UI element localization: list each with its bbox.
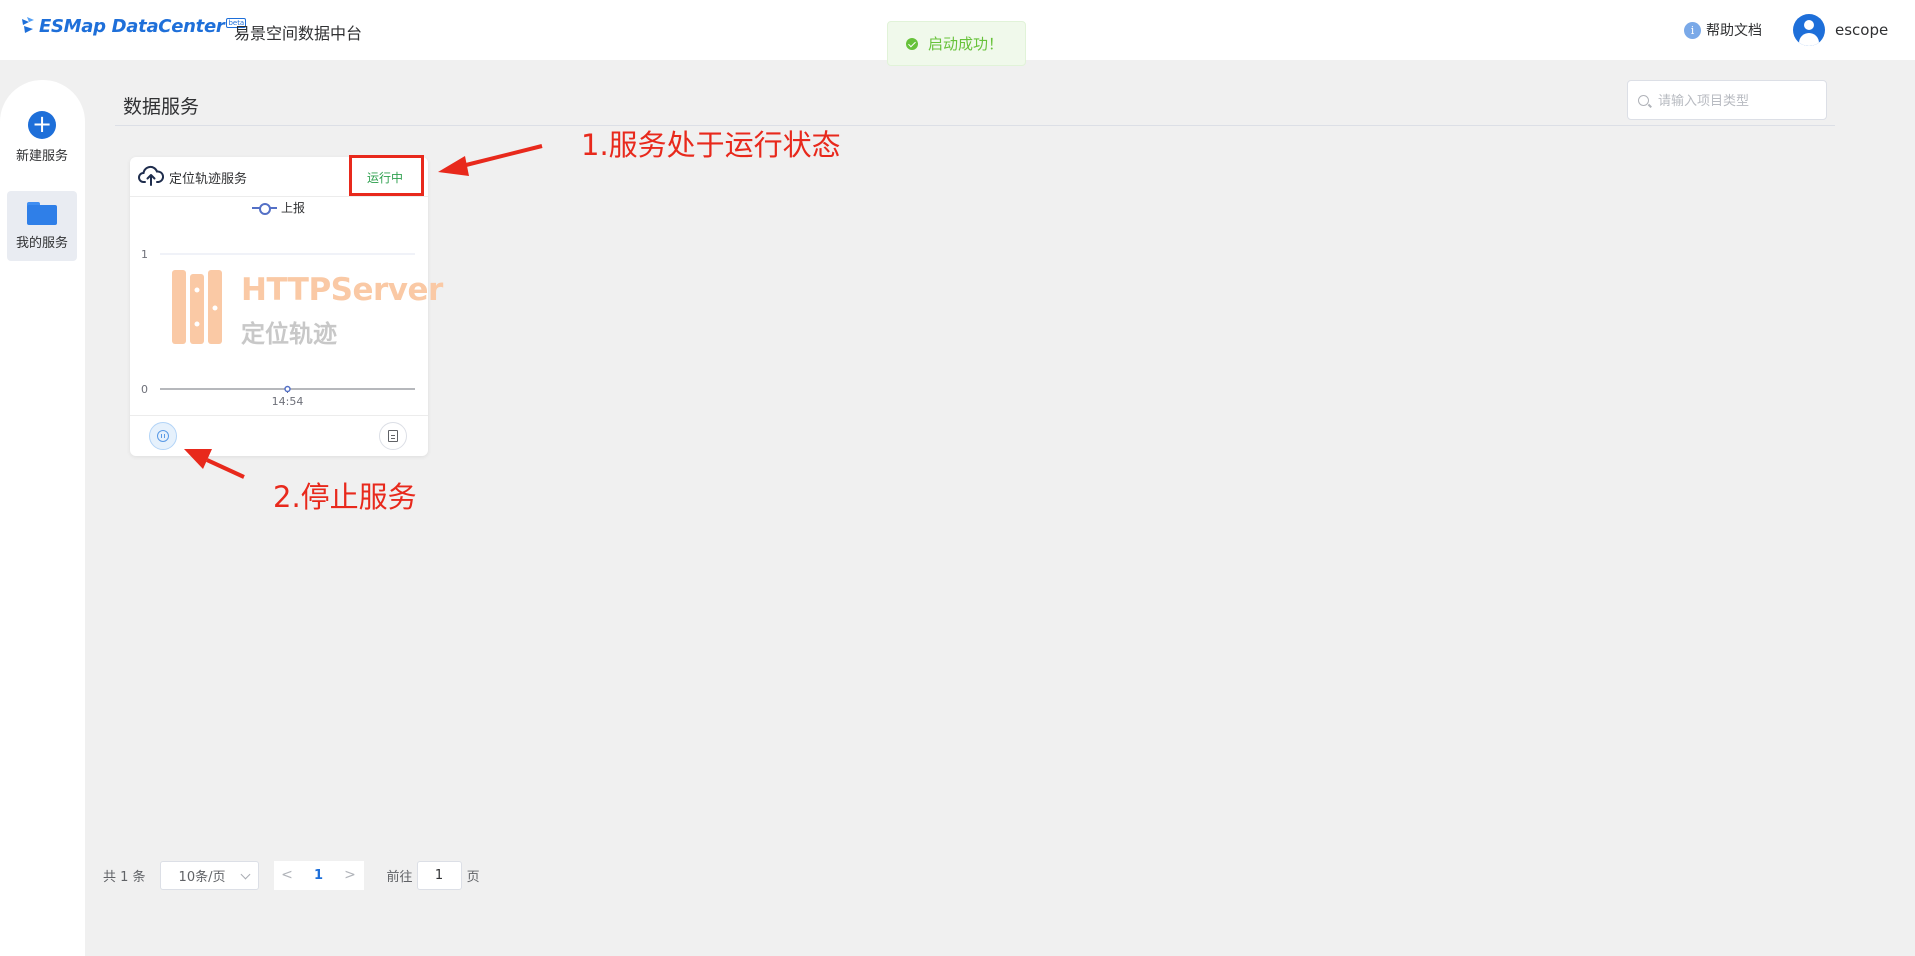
sidebar-item-label: 新建服务 [15,148,68,164]
cloud-upload-icon [138,165,165,191]
sidebar-item-label: 我的服务 [15,235,68,251]
search-box[interactable] [1627,80,1827,120]
x-tick-label: 14:54 [272,395,304,407]
logo-mark-icon [20,16,36,36]
page-title: 数据服务 [123,96,200,118]
goto-suffix: 页 [466,869,480,885]
check-circle-icon [906,37,918,50]
page-size-value: 10条/页 [178,869,226,885]
info-icon: i [1684,21,1701,39]
page-number[interactable]: 1 [300,860,337,890]
y-tick-label: 1 [141,248,148,261]
toast-message: 启动成功！ [928,35,1004,53]
service-card[interactable]: 定位轨迹服务 运行中 上报 HTTPServer 定位轨迹 0 1 14:54 [130,157,443,456]
annotation-step2: 2.停止服务 [273,480,417,514]
data-point [284,385,291,393]
username: escope [1835,21,1889,39]
folder-icon [27,201,57,225]
page-size-select[interactable]: 10条/页 [159,860,259,890]
card-footer [130,415,428,456]
annotation-highlight-box [349,155,424,196]
search-input[interactable] [1658,91,1818,111]
logo-text: ESMap DataCenter [39,16,225,37]
prev-page-button[interactable]: < [273,860,301,890]
sidebar: + 新建服务 我的服务 [0,80,85,956]
sidebar-item-new-service[interactable]: + 新建服务 [7,102,77,172]
pagination: 共 1 条 10条/页 < 1 > 前往 1 页 [103,860,480,890]
logo[interactable]: ESMap DataCenter beta [20,16,247,37]
annotation-step1: 1.服务处于运行状态 [581,128,841,162]
line-chart: 0 1 14:54 [141,248,415,407]
total-count: 共 1 条 [103,869,146,885]
goto-label: 前往 [386,869,413,885]
help-docs-link[interactable]: i 帮助文档 [1684,20,1762,40]
help-docs-label: 帮助文档 [1706,23,1762,39]
goto-page-input[interactable]: 1 [416,860,462,890]
divider [115,125,1835,126]
document-icon [388,430,398,442]
success-toast: 启动成功！ [887,21,1026,66]
pause-icon [157,430,169,442]
annotation-arrow-2 [206,458,245,479]
app-name: 易景空间数据中台 [234,24,363,43]
legend-line-icon [252,202,277,215]
chart-legend[interactable]: 上报 [252,199,305,216]
view-log-button[interactable] [379,422,407,450]
annotation-arrowhead-1 [438,156,469,176]
plus-circle-icon: + [28,110,56,139]
next-page-button[interactable]: > [336,860,364,890]
y-tick-label: 0 [141,383,148,396]
search-icon [1638,95,1649,106]
user-avatar-icon [1793,14,1825,46]
card-title: 定位轨迹服务 [169,172,248,187]
annotation-arrow-1 [461,144,543,168]
sidebar-item-my-services[interactable]: 我的服务 [7,191,77,261]
legend-label: 上报 [281,201,306,215]
user-menu[interactable]: escope [1793,14,1888,46]
stop-service-button[interactable] [149,422,177,450]
chevron-down-icon [240,869,250,879]
